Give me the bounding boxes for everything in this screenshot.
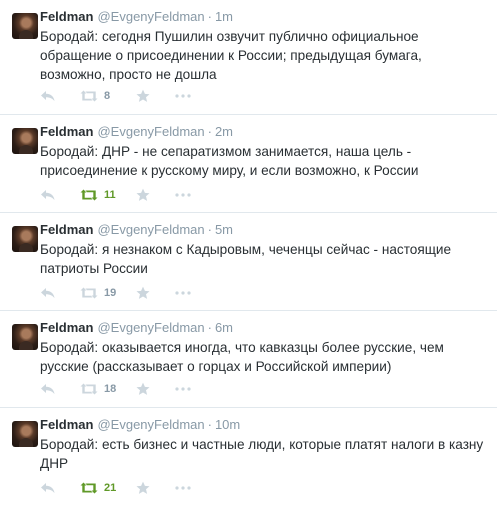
tweet[interactable]: Feldman @EvgenyFeldman · 1m Бородай: сегодн…: [0, 0, 497, 115]
retweet-button[interactable]: 19: [80, 285, 116, 301]
more-button[interactable]: [175, 480, 191, 496]
reply-icon: [41, 483, 55, 493]
header-separator: ·: [207, 417, 212, 432]
retweet-button[interactable]: 11: [80, 187, 116, 203]
tweet-header: Feldman @EvgenyFeldman · 10m: [40, 417, 240, 433]
retweet-icon: [80, 189, 98, 201]
tweet-timestamp[interactable]: 6m: [215, 320, 233, 335]
tweet-timestamp[interactable]: 5m: [215, 222, 233, 237]
star-icon: [136, 89, 150, 102]
tweet-actions: 19: [40, 285, 200, 301]
reply-icon: [41, 190, 55, 200]
tweet-timeline: Feldman @EvgenyFeldman · 1m Бородай: сегодн…: [0, 0, 498, 507]
author-handle[interactable]: @EvgenyFeldman: [97, 320, 204, 335]
more-dots-icon: [175, 486, 191, 490]
star-icon: [136, 382, 150, 395]
tweet-header: Feldman @EvgenyFeldman · 5m: [40, 222, 233, 238]
author-name[interactable]: Feldman: [40, 222, 93, 237]
tweet-actions: 21: [40, 480, 200, 496]
author-name[interactable]: Feldman: [40, 320, 93, 335]
author-handle[interactable]: @EvgenyFeldman: [97, 9, 204, 24]
more-dots-icon: [175, 387, 191, 391]
header-separator: ·: [207, 124, 212, 139]
retweet-count: 8: [104, 90, 111, 102]
tweet-text: Бородай: есть бизнес и частные люди, кот…: [40, 437, 484, 471]
author-handle[interactable]: @EvgenyFeldman: [97, 222, 204, 237]
author-handle[interactable]: @EvgenyFeldman: [97, 124, 204, 139]
header-separator: ·: [207, 9, 212, 24]
reply-icon: [41, 384, 55, 394]
tweet-actions: 8: [40, 88, 200, 104]
retweet-button[interactable]: 8: [80, 88, 110, 104]
star-icon: [136, 286, 150, 299]
star-icon: [136, 481, 150, 494]
tweet-text: Бородай: оказывается иногда, что кавказц…: [40, 340, 444, 374]
more-dots-icon: [175, 193, 191, 197]
reply-button[interactable]: [40, 381, 56, 397]
reply-icon: [41, 288, 55, 298]
star-icon: [136, 188, 150, 201]
tweet-timestamp[interactable]: 2m: [215, 124, 233, 139]
retweet-icon: [80, 482, 98, 494]
more-button[interactable]: [175, 381, 191, 397]
author-handle[interactable]: @EvgenyFeldman: [97, 417, 204, 432]
reply-button[interactable]: [40, 187, 56, 203]
header-separator: ·: [207, 222, 212, 237]
tweet-text: Бородай: я незнаком с Кадыровым, чеченцы…: [40, 242, 452, 276]
favorite-button[interactable]: [136, 88, 150, 104]
author-name[interactable]: Feldman: [40, 124, 93, 139]
favorite-button[interactable]: [136, 187, 150, 203]
tweet-timestamp[interactable]: 10m: [215, 417, 240, 432]
reply-icon: [41, 91, 55, 101]
retweet-count: 21: [104, 482, 117, 494]
favorite-button[interactable]: [136, 285, 150, 301]
more-button[interactable]: [175, 88, 191, 104]
author-name[interactable]: Feldman: [40, 417, 93, 432]
avatar[interactable]: [12, 226, 38, 252]
retweet-icon: [80, 383, 98, 395]
tweet-actions: 11: [40, 187, 200, 203]
tweet[interactable]: Feldman @EvgenyFeldman · 2m Бородай: ДНР - …: [0, 115, 497, 213]
avatar[interactable]: [12, 421, 38, 447]
retweet-count: 19: [104, 287, 117, 299]
more-dots-icon: [175, 94, 191, 98]
tweet-header: Feldman @EvgenyFeldman · 1m: [40, 9, 233, 25]
author-name[interactable]: Feldman: [40, 9, 93, 24]
tweet-header: Feldman @EvgenyFeldman · 6m: [40, 320, 233, 336]
tweet-actions: 18: [40, 381, 200, 397]
tweet-timestamp[interactable]: 1m: [215, 9, 233, 24]
avatar[interactable]: [12, 324, 38, 350]
more-button[interactable]: [175, 285, 191, 301]
favorite-button[interactable]: [136, 480, 150, 496]
retweet-count: 18: [104, 383, 117, 395]
avatar[interactable]: [12, 13, 38, 39]
reply-button[interactable]: [40, 285, 56, 301]
header-separator: ·: [207, 320, 212, 335]
tweet[interactable]: Feldman @EvgenyFeldman · 6m Бородай: оказыв…: [0, 311, 497, 408]
retweet-button[interactable]: 18: [80, 381, 116, 397]
avatar[interactable]: [12, 128, 38, 154]
more-dots-icon: [175, 291, 191, 295]
more-button[interactable]: [175, 187, 191, 203]
retweet-icon: [80, 90, 98, 102]
retweet-count: 11: [104, 189, 116, 201]
favorite-button[interactable]: [136, 381, 150, 397]
tweet[interactable]: Feldman @EvgenyFeldman · 10m Бородай: есть …: [0, 408, 497, 507]
tweet[interactable]: Feldman @EvgenyFeldman · 5m Бородай: я незн…: [0, 213, 497, 311]
retweet-icon: [80, 287, 98, 299]
reply-button[interactable]: [40, 88, 56, 104]
reply-button[interactable]: [40, 480, 56, 496]
tweet-header: Feldman @EvgenyFeldman · 2m: [40, 124, 233, 140]
retweet-button[interactable]: 21: [80, 480, 116, 496]
tweet-text: Бородай: сегодня Пушилин озвучит публичн…: [40, 29, 422, 82]
tweet-text: Бородай: ДНР - не сепаратизмом занимаетс…: [40, 144, 419, 178]
